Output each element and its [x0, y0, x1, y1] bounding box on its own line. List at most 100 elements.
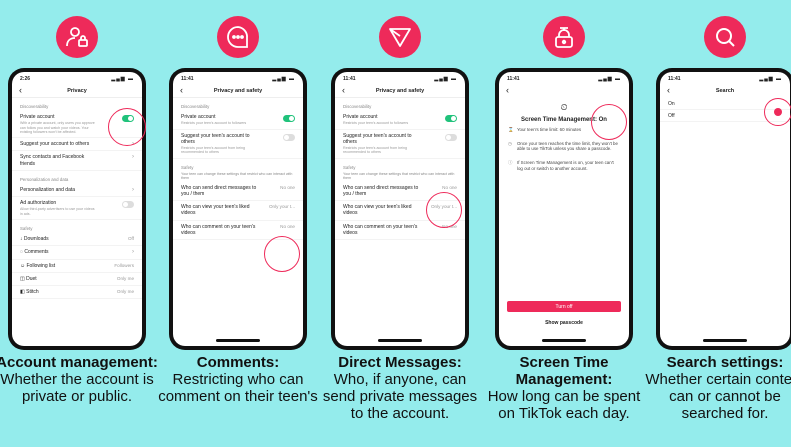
highlight-circle: [591, 104, 627, 140]
caption: Comments: Restricting who can comment on…: [157, 354, 319, 405]
private-account-label: Private account: [181, 114, 216, 120]
page-title: Privacy and safety: [213, 87, 263, 94]
suggest-label: Suggest your teen's account to others: [181, 132, 250, 145]
duet-label: Duet: [26, 275, 37, 282]
turn-off-button[interactable]: Turn off: [507, 301, 621, 312]
private-account-desc: Restricts your teen's account to followe…: [181, 121, 247, 126]
person-lock-icon: [56, 16, 98, 58]
suggest-toggle[interactable]: [445, 133, 457, 141]
comments-row[interactable]: ◌ Comments ›: [12, 246, 142, 260]
caption-text: Restricting who can comment on their tee…: [158, 371, 318, 405]
personalization-row[interactable]: Personalization and data ›: [12, 184, 142, 198]
following-label: Following list: [26, 262, 56, 269]
stm-item: ⓘ If Screen Time Management is on, your t…: [499, 156, 629, 175]
ad-auth-toggle[interactable]: [122, 201, 134, 209]
stitch-value: Only me: [116, 289, 134, 295]
caption-title: Account management:: [0, 354, 158, 371]
chevron-right-icon: ›: [132, 249, 134, 256]
caption-text: How long can be spent on TikTok each day…: [487, 388, 641, 422]
chevron-right-icon: ›: [132, 186, 134, 193]
status-time: 11:41: [181, 76, 194, 82]
highlight-circle: [264, 236, 300, 272]
search-option-label: Off: [668, 113, 675, 119]
section-header: Safety: [20, 226, 33, 232]
highlight-circle: [426, 192, 462, 228]
duet-row[interactable]: ◫ Duet Only me: [12, 273, 142, 287]
private-account-desc: Restricts your teen's account to followe…: [343, 121, 409, 126]
highlight-circle: [108, 108, 146, 146]
caption-title: Comments:: [196, 354, 280, 371]
send-arrow-icon: [379, 16, 421, 58]
dm-label: Who can send direct messages to you / th…: [343, 184, 419, 197]
private-account-toggle[interactable]: [445, 115, 457, 122]
following-value: Followers: [114, 262, 134, 268]
liked-label: Who can view your teen's liked videos: [181, 204, 250, 217]
caption: Screen Time Management: How long can be …: [483, 354, 645, 422]
page-title: Privacy: [67, 87, 87, 94]
dm-value: No one: [442, 184, 457, 190]
panel-comments: 11:41 ▂▄▆ ▬ ‹ Privacy and safety Discovera…: [158, 0, 318, 447]
status-icons: ▂▄▆ ▬: [759, 76, 782, 82]
status-time: 2:26: [20, 76, 31, 82]
sync-row[interactable]: Sync contacts and Facebook friends ›: [12, 151, 142, 171]
phone-mockup: 11:41 ▂▄▆ ▬ ‹ Privacy and safety Discovera…: [169, 68, 307, 350]
phone-mockup: 11:41 ▂▄▆ ▬ ‹ ⏲ Screen Time Management: O…: [495, 68, 633, 350]
caption-title: Search settings:: [666, 354, 784, 371]
suggest-label: Suggest your teen's account to others: [343, 132, 412, 145]
stm-item-text: Your teen's time limit: 60 minutes: [517, 127, 582, 132]
panel-search: 11:41 ▂▄▆ ▬ ‹ Search On Off Search setting…: [645, 0, 791, 447]
back-icon[interactable]: ‹: [19, 85, 22, 95]
following-row[interactable]: ☺ Following list Followers: [12, 260, 142, 273]
dm-label: Who can send direct messages to you / th…: [181, 184, 257, 197]
section-header: Safety: [343, 164, 356, 170]
stitch-label: Stitch: [26, 289, 39, 296]
private-account-toggle[interactable]: [283, 115, 295, 122]
status-icons: ▂▄▆ ▬: [272, 76, 295, 82]
caption: Account management: Whether the account …: [0, 354, 158, 405]
stitch-row[interactable]: ◧ Stitch Only me: [12, 286, 142, 300]
sync-label: Sync contacts and Facebook friends: [20, 154, 85, 167]
suggest-row[interactable]: Suggest your teen's account to others Res…: [173, 130, 303, 159]
section-header: Discoverability: [181, 104, 210, 109]
caption-text: Who, if anyone, can send private message…: [322, 371, 478, 422]
downloads-row[interactable]: ↓ Downloads Off: [12, 233, 142, 247]
status-icons: ▂▄▆ ▬: [598, 76, 621, 82]
ad-auth-row[interactable]: Ad authorization Allow third-party advert…: [12, 197, 142, 221]
status-time: 11:41: [507, 76, 520, 82]
panel-account-management: 2:26 ▂▄▆ ▬ ‹ Privacy Discoverability Priva…: [0, 0, 158, 447]
comment-label: Who can comment on your teen's videos: [343, 223, 418, 236]
comments-label: Comments: [24, 249, 49, 256]
suggest-toggle[interactable]: [283, 133, 295, 141]
liked-row[interactable]: Who can view your teen's liked videos Onl…: [173, 201, 303, 221]
back-icon[interactable]: ‹: [180, 85, 183, 95]
suggest-row[interactable]: Suggest your teen's account to others Res…: [335, 130, 465, 159]
search-icon: [704, 16, 746, 58]
back-icon[interactable]: ‹: [342, 85, 345, 95]
chat-bubble-icon: [217, 16, 259, 58]
info-icon: ⓘ: [508, 160, 513, 166]
status-time: 11:41: [668, 76, 681, 82]
status-icons: ▂▄▆ ▬: [434, 76, 457, 82]
search-option-label: On: [668, 101, 675, 107]
status-time: 11:41: [343, 76, 356, 82]
private-account-row[interactable]: Private account Restricts your teen's acc…: [173, 111, 303, 130]
radio-selected-icon: [774, 108, 782, 116]
private-account-row[interactable]: Private account Restricts your teen's acc…: [335, 111, 465, 130]
show-passcode-link[interactable]: Show passcode: [499, 320, 629, 326]
phone-mockup: 11:41 ▂▄▆ ▬ ‹ Search On Off: [656, 68, 791, 350]
liked-value: Only your t...: [268, 204, 295, 210]
back-icon[interactable]: ‹: [506, 85, 509, 95]
caption-text: Whether the account is private or public…: [0, 371, 154, 405]
private-account-desc: With a private account, only users you a…: [20, 121, 95, 134]
home-indicator: [703, 339, 747, 342]
chevron-right-icon: ›: [132, 154, 134, 161]
home-indicator: [378, 339, 422, 342]
hourglass-icon: ⌛: [508, 127, 514, 132]
caption: Direct Messages: Who, if anyone, can sen…: [319, 354, 481, 422]
page-title: Search: [715, 88, 735, 94]
dm-row[interactable]: Who can send direct messages to you / th…: [173, 182, 303, 202]
liked-label: Who can view your teen's liked videos: [343, 204, 412, 217]
phone-mockup: 11:41 ▂▄▆ ▬ ‹ Privacy and safety Discovera…: [331, 68, 469, 350]
home-indicator: [542, 339, 586, 342]
back-icon[interactable]: ‹: [667, 85, 670, 95]
